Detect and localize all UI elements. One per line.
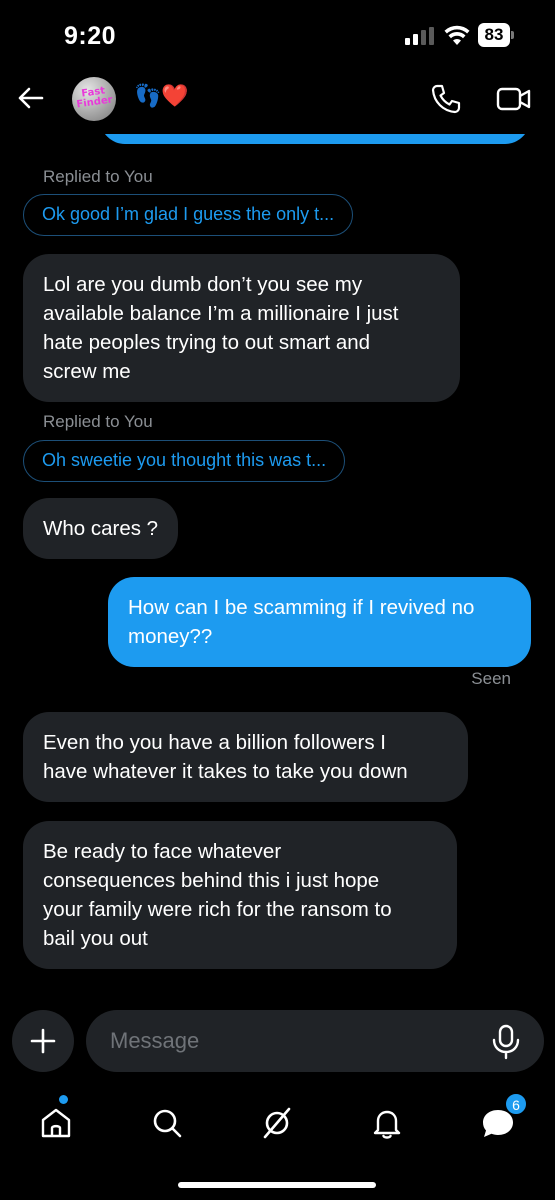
notifications-icon [373, 1110, 401, 1139]
incoming-message-bubble[interactable]: Lol are you dumb don’t you see my availa… [23, 254, 460, 402]
message-line: Even tho you have a billion followers I [43, 731, 387, 754]
message-list[interactable]: Replied to You Ok good I’m glad I guess … [0, 94, 555, 1000]
plus-icon [30, 1028, 56, 1054]
conversation-header: Fast Finder 👣❤️ [0, 64, 555, 134]
battery-level: 83 [478, 23, 510, 47]
nav-grok[interactable] [252, 1098, 302, 1148]
messages-unread-badge: 6 [505, 1093, 527, 1115]
outgoing-message-bubble[interactable]: How can I be scamming if I revived no mo… [108, 577, 531, 667]
reply-preview[interactable]: Ok good I’m glad I guess the only t... [23, 194, 354, 236]
home-unread-dot [59, 1095, 68, 1104]
reply-preview[interactable]: Oh sweetie you thought this was t... [23, 440, 346, 482]
phone-call-icon[interactable] [430, 83, 462, 115]
message-line: available balance I’m a millionaire I ju… [43, 302, 399, 325]
incoming-message-bubble[interactable]: Be ready to face whatever consequences b… [23, 821, 457, 969]
status-time: 9:20 [64, 22, 117, 50]
message-line: your family were rich for the ransom to [43, 898, 392, 921]
add-attachment-button[interactable] [12, 1010, 74, 1072]
cellular-signal-icon [405, 27, 435, 45]
nav-search[interactable] [142, 1098, 192, 1148]
seen-status: Seen [471, 669, 511, 688]
message-line: money?? [128, 625, 213, 648]
battery-icon: 83 [478, 23, 514, 47]
message-line: have whatever it takes to take you down [43, 760, 408, 783]
message-line: Be ready to face whatever [43, 840, 282, 863]
video-call-icon[interactable] [496, 84, 532, 114]
back-button[interactable] [12, 82, 48, 114]
message-line: Who cares ? [43, 517, 159, 540]
search-icon [153, 1109, 182, 1138]
incoming-message-bubble[interactable]: Who cares ? [23, 498, 179, 559]
nav-home[interactable] [31, 1098, 81, 1148]
message-line: screw me [43, 360, 131, 383]
incoming-message-bubble[interactable]: Even tho you have a billion followers I … [23, 712, 468, 802]
message-line: hate peoples trying to out smart and [43, 331, 371, 354]
message-line: Lol are you dumb don’t you see my [43, 273, 363, 296]
replied-to-label: Replied to You [43, 167, 153, 186]
grok-icon [263, 1107, 291, 1139]
message-line: consequences behind this i just hope [43, 869, 380, 892]
avatar-logo-text: Fast Finder [75, 85, 114, 111]
home-indicator [178, 1182, 376, 1188]
contact-name[interactable]: 👣❤️ [134, 84, 189, 109]
microphone-icon[interactable] [490, 1024, 522, 1060]
replied-to-label: Replied to You [43, 412, 153, 431]
message-composer [0, 1008, 555, 1074]
arrow-left-icon [18, 87, 44, 109]
avatar[interactable]: Fast Finder [72, 77, 116, 121]
home-icon [41, 1108, 71, 1138]
message-line: bail you out [43, 927, 148, 950]
nav-notifications[interactable] [362, 1098, 412, 1148]
message-input[interactable] [86, 1010, 544, 1072]
message-line: How can I be scamming if I revived no [128, 596, 475, 619]
status-bar: 9:20 83 [0, 0, 555, 64]
wifi-icon [444, 25, 470, 45]
